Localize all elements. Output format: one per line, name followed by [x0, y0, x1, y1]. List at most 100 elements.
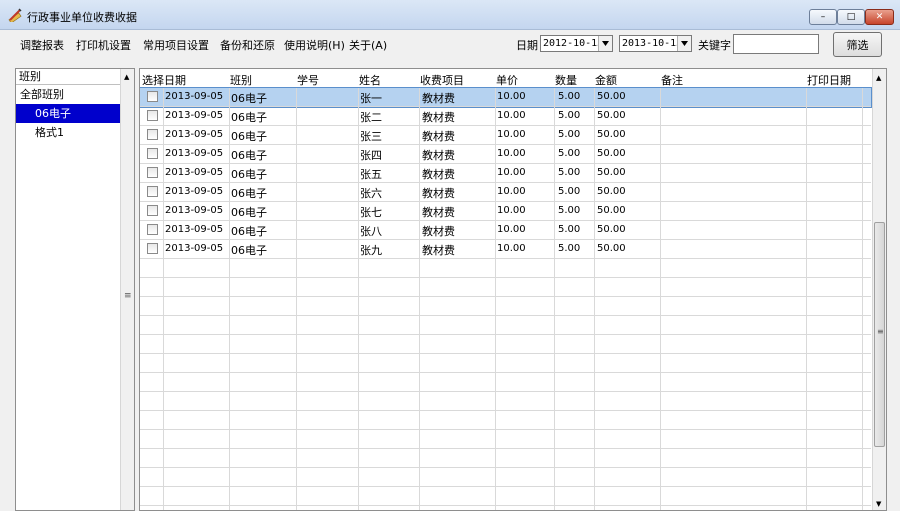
table-row[interactable]: 2013-09-05 06电子 张四 教材费 10.00 5.00 50.00: [140, 145, 871, 164]
empty-row[interactable]: [140, 468, 871, 487]
cell-class: 06电子: [231, 206, 267, 219]
cell-qty: 5.00: [558, 167, 581, 178]
cell-qty: 5.00: [558, 243, 581, 254]
date-from-value: 2012-10-15: [543, 38, 604, 49]
class-item-06-electronics[interactable]: 06电子: [16, 104, 120, 123]
scroll-grip-icon: ≡: [877, 327, 884, 336]
minimize-icon: –: [820, 11, 826, 22]
filter-button[interactable]: 筛选: [833, 32, 882, 57]
empty-row[interactable]: [140, 411, 871, 430]
row-select-checkbox[interactable]: [147, 167, 158, 178]
cell-date: 2013-09-05: [165, 186, 224, 197]
cell-price: 10.00: [497, 224, 526, 235]
menu-common-items[interactable]: 常用项目设置: [143, 37, 209, 53]
row-select-checkbox[interactable]: [147, 148, 158, 159]
menu-backup-restore[interactable]: 备份和还原: [220, 37, 275, 53]
maximize-button[interactable]: □: [837, 9, 865, 25]
column-divider: [296, 88, 297, 510]
table-row[interactable]: 2013-09-05 06电子 张二 教材费 10.00 5.00 50.00: [140, 107, 871, 126]
row-select-checkbox[interactable]: [147, 129, 158, 140]
col-amount[interactable]: 金额: [595, 72, 617, 88]
cell-price: 10.00: [497, 167, 526, 178]
menu-adjust-report[interactable]: 调整报表: [20, 37, 64, 53]
grid-scrollbar[interactable]: ▲ ≡ ▼: [872, 69, 886, 510]
empty-row[interactable]: [140, 430, 871, 449]
cell-item: 教材费: [422, 130, 455, 143]
menu-printer-settings[interactable]: 打印机设置: [76, 37, 131, 53]
table-row[interactable]: 2013-09-05 06电子 张三 教材费 10.00 5.00 50.00: [140, 126, 871, 145]
col-unit-price[interactable]: 单价: [496, 72, 518, 88]
minimize-button[interactable]: –: [809, 9, 837, 25]
empty-row[interactable]: [140, 449, 871, 468]
class-panel-scrollbar[interactable]: ▲ ≡: [120, 69, 134, 510]
scroll-up-icon[interactable]: ▲: [124, 73, 129, 81]
cell-name: 张二: [360, 111, 382, 124]
class-panel-header: 班别: [16, 69, 134, 85]
empty-row[interactable]: [140, 373, 871, 392]
col-name[interactable]: 姓名: [359, 72, 381, 88]
table-row[interactable]: 2013-09-05 06电子 张一 教材费 10.00 5.00 50.00: [140, 87, 872, 108]
cell-item: 教材费: [422, 244, 455, 257]
empty-row[interactable]: [140, 278, 871, 297]
scroll-up-icon[interactable]: ▲: [876, 74, 881, 82]
keyword-label: 关键字: [698, 39, 731, 52]
col-print-date[interactable]: 打印日期: [807, 72, 851, 88]
col-date[interactable]: 日期: [164, 72, 186, 88]
empty-row[interactable]: [140, 259, 871, 278]
col-note[interactable]: 备注: [661, 72, 683, 88]
scroll-grip-icon[interactable]: ≡: [124, 291, 132, 301]
cell-amount: 50.00: [597, 186, 626, 197]
table-row[interactable]: 2013-09-05 06电子 张九 教材费 10.00 5.00 50.00: [140, 240, 871, 259]
cell-item: 教材费: [422, 206, 455, 219]
col-student-id[interactable]: 学号: [297, 72, 319, 88]
column-divider: [495, 88, 496, 510]
class-item-format1[interactable]: 格式1: [16, 123, 134, 142]
chevron-down-icon[interactable]: [598, 36, 612, 51]
column-divider: [862, 88, 863, 510]
table-row[interactable]: 2013-09-05 06电子 张五 教材费 10.00 5.00 50.00: [140, 164, 871, 183]
empty-row[interactable]: [140, 297, 871, 316]
table-row[interactable]: 2013-09-05 06电子 张六 教材费 10.00 5.00 50.00: [140, 183, 871, 202]
empty-row[interactable]: [140, 392, 871, 411]
col-select[interactable]: 选择: [142, 72, 164, 88]
empty-row[interactable]: [140, 354, 871, 373]
cell-price: 10.00: [497, 110, 526, 121]
cell-price: 10.00: [497, 91, 526, 102]
cell-name: 张一: [360, 92, 382, 105]
row-select-checkbox[interactable]: [147, 186, 158, 197]
cell-amount: 50.00: [597, 224, 626, 235]
menu-about[interactable]: 关于(A): [349, 37, 387, 53]
date-to-select[interactable]: 2013-10-15: [619, 35, 692, 52]
col-class[interactable]: 班别: [230, 72, 252, 88]
chevron-down-icon[interactable]: [677, 36, 691, 51]
column-divider: [229, 88, 230, 510]
cell-amount: 50.00: [597, 110, 626, 121]
col-fee-item[interactable]: 收费项目: [420, 72, 464, 88]
row-select-checkbox[interactable]: [147, 110, 158, 121]
table-row[interactable]: 2013-09-05 06电子 张八 教材费 10.00 5.00 50.00: [140, 221, 871, 240]
cell-amount: 50.00: [597, 205, 626, 216]
keyword-input[interactable]: [733, 34, 819, 54]
menu-help[interactable]: 使用说明(H): [284, 37, 345, 53]
cell-item: 教材费: [422, 187, 455, 200]
row-select-checkbox[interactable]: [147, 205, 158, 216]
fee-grid: 选择 日期 班别 学号 姓名 收费项目 单价 数量 金额 备注 打印日期 201…: [139, 68, 887, 511]
row-select-checkbox[interactable]: [147, 91, 158, 102]
scroll-down-icon[interactable]: ▼: [876, 500, 881, 508]
class-item-all[interactable]: 全部班别: [16, 85, 134, 104]
menu-bar: 调整报表 打印机设置 常用项目设置 备份和还原 使用说明(H) 关于(A) 日期…: [0, 30, 900, 62]
close-button[interactable]: ✕: [865, 9, 894, 25]
date-from-select[interactable]: 2012-10-15: [540, 35, 613, 52]
empty-row[interactable]: [140, 335, 871, 354]
cell-date: 2013-09-05: [165, 129, 224, 140]
empty-row[interactable]: [140, 487, 871, 506]
row-select-checkbox[interactable]: [147, 224, 158, 235]
grid-header: 选择 日期 班别 学号 姓名 收费项目 单价 数量 金额 备注 打印日期: [140, 69, 874, 88]
row-select-checkbox[interactable]: [147, 243, 158, 254]
cell-class: 06电子: [231, 92, 267, 105]
col-quantity[interactable]: 数量: [555, 72, 577, 88]
cell-class: 06电子: [231, 225, 267, 238]
empty-row[interactable]: [140, 316, 871, 335]
scroll-thumb[interactable]: ≡: [874, 222, 885, 447]
table-row[interactable]: 2013-09-05 06电子 张七 教材费 10.00 5.00 50.00: [140, 202, 871, 221]
